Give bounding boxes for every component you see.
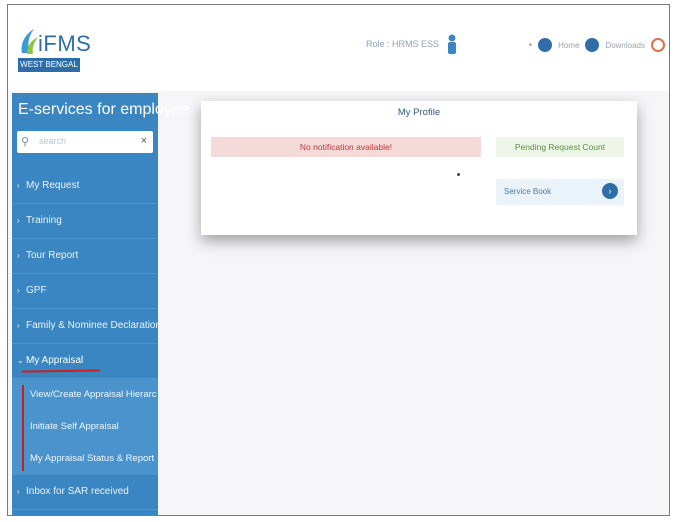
- sidebar-item-label: My Request: [26, 180, 80, 191]
- sidebar-item-label: Inbox for SAR received: [26, 486, 129, 497]
- chevron-right-icon: ›: [17, 216, 20, 225]
- chevron-right-icon: ›: [17, 251, 20, 260]
- chevron-right-icon: ›: [17, 286, 20, 295]
- sidebar-item-label: Training: [26, 215, 62, 226]
- my-profile-card: My Profile No notification available! Pe…: [201, 101, 637, 235]
- sidebar-search[interactable]: ⚲ search ×: [17, 131, 153, 153]
- sidebar: E-services for employee ⚲ search × › My …: [12, 93, 190, 515]
- sidebar-title: E-services for employee: [18, 101, 190, 118]
- downloads-link[interactable]: Downloads: [605, 41, 645, 50]
- search-placeholder: search: [39, 136, 67, 146]
- header-nav: • Home Downloads: [529, 33, 669, 57]
- logo-subtext: WEST BENGAL: [18, 58, 80, 72]
- sidebar-item-gpf[interactable]: › GPF: [12, 274, 158, 309]
- submenu-item-initiate-self-appraisal[interactable]: Initiate Self Appraisal: [12, 411, 158, 443]
- service-book-button[interactable]: Service Book ›: [496, 179, 624, 205]
- menu-dot-icon: •: [528, 39, 533, 51]
- home-link[interactable]: Home: [558, 41, 579, 50]
- appraisal-submenu: View/Create Appraisal Hierarc Initiate S…: [12, 379, 158, 475]
- submenu-item-appraisal-status[interactable]: My Appraisal Status & Report: [12, 443, 158, 475]
- logo-mark-icon: [21, 29, 38, 54]
- chevron-down-icon: ⌄: [17, 356, 24, 365]
- chevron-right-icon: ›: [17, 181, 20, 190]
- clear-icon[interactable]: ×: [141, 135, 147, 147]
- chevron-right-icon: ›: [17, 321, 20, 330]
- submenu-item-create-hierarchy[interactable]: View/Create Appraisal Hierarc: [12, 379, 158, 411]
- ifms-logo[interactable]: iFMS WEST BENGAL: [18, 23, 98, 75]
- decorative-dot: [457, 173, 460, 176]
- service-book-label: Service Book: [504, 187, 552, 196]
- sidebar-item-label: GPF: [26, 285, 47, 296]
- user-icon[interactable]: [446, 33, 458, 55]
- sidebar-item-family-nominee[interactable]: › Family & Nominee Declaration: [12, 309, 158, 344]
- notification-banner: No notification available!: [211, 137, 481, 157]
- power-icon[interactable]: [651, 38, 665, 52]
- sidebar-item-inbox-sar[interactable]: › Inbox for SAR received: [12, 475, 158, 510]
- role-label: Role : HRMS ESS: [366, 39, 440, 49]
- screen-frame: iFMS WEST BENGAL Role : HRMS ESS • Home …: [7, 4, 670, 516]
- top-header: iFMS WEST BENGAL Role : HRMS ESS • Home …: [8, 5, 669, 91]
- sidebar-item-tour-report[interactable]: › Tour Report: [12, 239, 158, 274]
- pending-request-count[interactable]: Pending Request Count: [496, 137, 624, 157]
- chevron-right-icon: ›: [17, 487, 20, 496]
- arrow-right-icon[interactable]: ›: [602, 183, 618, 199]
- downloads-icon[interactable]: [585, 38, 600, 52]
- sidebar-item-label: Family & Nominee Declaration: [26, 320, 158, 331]
- highlight-underline: [21, 369, 101, 373]
- highlight-bracket: [22, 385, 24, 471]
- sidebar-menu: › My Request › Training › Tour Report › …: [12, 169, 158, 510]
- home-icon[interactable]: [538, 38, 553, 52]
- sidebar-item-training[interactable]: › Training: [12, 204, 158, 239]
- sidebar-item-my-appraisal[interactable]: ⌄ My Appraisal: [12, 344, 158, 379]
- profile-title: My Profile: [397, 107, 441, 118]
- sidebar-item-label: Tour Report: [26, 250, 79, 261]
- sidebar-item-my-request[interactable]: › My Request: [12, 169, 158, 204]
- sidebar-item-label: My Appraisal: [26, 355, 84, 366]
- logo-text: iFMS: [38, 31, 92, 56]
- search-icon: ⚲: [21, 136, 30, 148]
